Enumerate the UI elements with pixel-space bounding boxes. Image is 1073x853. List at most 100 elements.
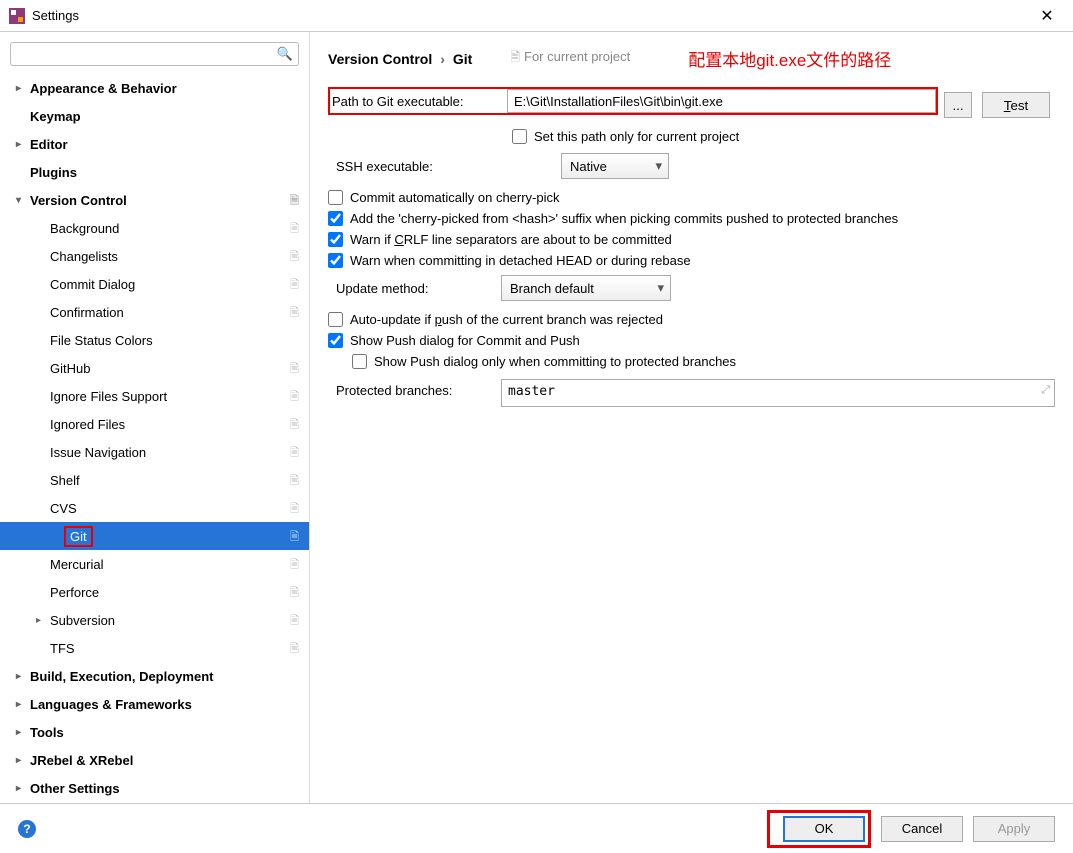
showpush-protected-checkbox[interactable] [352, 354, 367, 369]
copy-icon: 🗎 [290, 416, 299, 435]
sidebar-item-label: JRebel & XRebel [30, 753, 133, 768]
detached-checkbox[interactable] [328, 253, 343, 268]
cherry-pick-label: Commit automatically on cherry-pick [350, 190, 560, 205]
window-title: Settings [32, 8, 1029, 23]
sidebar-item-file-status-colors[interactable]: File Status Colors [0, 326, 309, 354]
sidebar-item-label: Background [50, 221, 119, 236]
chevron-right-icon[interactable]: ▸ [16, 783, 30, 794]
chevron-right-icon[interactable]: ▸ [36, 615, 50, 626]
cherry-pick-checkbox[interactable] [328, 190, 343, 205]
sidebar-item-github[interactable]: GitHub🗎 [0, 354, 309, 382]
copy-icon: 🗎 [510, 50, 520, 64]
sidebar-item-label: Tools [30, 725, 64, 740]
sidebar-item-background[interactable]: Background 🗎 [0, 214, 309, 242]
sidebar-item-languages-frameworks[interactable]: ▸Languages & Frameworks [0, 690, 309, 718]
sidebar-item-appearance-behavior[interactable]: ▸Appearance & Behavior [0, 74, 309, 102]
search-input[interactable] [10, 42, 299, 66]
sidebar-item-label: Editor [30, 137, 68, 152]
protected-label: Protected branches: [328, 379, 483, 398]
copy-icon: 🗎 [290, 500, 299, 519]
git-path-input[interactable] [507, 89, 936, 113]
sidebar-item-label: Perforce [50, 585, 99, 600]
autoupdate-checkbox[interactable] [328, 312, 343, 327]
sidebar-item-label: GitHub [50, 361, 90, 376]
ssh-label: SSH executable: [328, 159, 561, 174]
sidebar-item-shelf[interactable]: Shelf🗎 [0, 466, 309, 494]
sidebar-item-label: Other Settings [30, 781, 120, 796]
chevron-right-icon[interactable]: ▸ [16, 699, 30, 710]
breadcrumb: Version Control › Git 🗎For current proje… [328, 46, 1055, 71]
sidebar-item-confirmation[interactable]: Confirmation🗎 [0, 298, 309, 326]
apply-button[interactable]: Apply [973, 816, 1055, 842]
sidebar-item-tools[interactable]: ▸Tools [0, 718, 309, 746]
ok-button[interactable]: OK [783, 816, 865, 842]
close-icon[interactable]: ✕ [1029, 6, 1065, 26]
help-icon[interactable]: ? [18, 820, 36, 838]
sidebar-item-tfs[interactable]: TFS🗎 [0, 634, 309, 662]
protected-branches-input[interactable]: master [501, 379, 1055, 407]
sidebar-item-jrebel-xrebel[interactable]: ▸JRebel & XRebel [0, 746, 309, 774]
cancel-button[interactable]: Cancel [881, 816, 963, 842]
chevron-right-icon[interactable]: ▸ [16, 671, 30, 682]
footer: ? OK Cancel Apply [0, 803, 1073, 853]
ok-highlight: OK [767, 810, 871, 848]
copy-icon: 🗎 [290, 612, 299, 631]
sidebar-item-cvs[interactable]: CVS 🗎 [0, 494, 309, 522]
main-panel: Version Control › Git 🗎For current proje… [310, 32, 1073, 803]
copy-icon: 🗎 [290, 220, 299, 239]
sidebar-item-label: Subversion [50, 613, 115, 628]
sidebar-item-other-settings[interactable]: ▸Other Settings [0, 774, 309, 802]
breadcrumb-current: Git [453, 51, 472, 67]
sidebar-item-label: Changelists [50, 249, 118, 264]
sidebar-item-label: TFS [50, 641, 75, 656]
copy-icon: 🗎 [290, 276, 299, 295]
showpush-protected-label: Show Push dialog only when committing to… [374, 354, 736, 369]
sidebar-item-git[interactable]: Git🗎 [0, 522, 309, 550]
search-icon: 🔍 [277, 46, 293, 62]
sidebar-item-issue-navigation[interactable]: Issue Navigation🗎 [0, 438, 309, 466]
sidebar-item-editor[interactable]: ▸Editor [0, 130, 309, 158]
sidebar-item-mercurial[interactable]: Mercurial🗎 [0, 550, 309, 578]
test-button[interactable]: Test [982, 92, 1050, 118]
sidebar-item-label: Issue Navigation [50, 445, 146, 460]
expand-icon[interactable]: ⤢ [1041, 384, 1050, 397]
sidebar-item-ignore-files-support[interactable]: Ignore Files Support🗎 [0, 382, 309, 410]
chevron-down-icon[interactable]: ▾ [16, 195, 30, 206]
set-path-project-checkbox[interactable] [512, 129, 527, 144]
chevron-right-icon[interactable]: ▸ [16, 727, 30, 738]
autoupdate-label: Auto-update if push of the current branc… [350, 312, 663, 327]
sidebar-item-label: Ignored Files [50, 417, 125, 432]
sidebar-item-subversion[interactable]: ▸Subversion 🗎 [0, 606, 309, 634]
crlf-checkbox[interactable] [328, 232, 343, 247]
sidebar-item-label: Ignore Files Support [50, 389, 167, 404]
sidebar-item-perforce[interactable]: Perforce🗎 [0, 578, 309, 606]
sidebar-item-build-execution-deployment[interactable]: ▸Build, Execution, Deployment [0, 662, 309, 690]
sidebar-item-changelists[interactable]: Changelists🗎 [0, 242, 309, 270]
copy-icon: 🗎 [290, 192, 299, 211]
ssh-select[interactable]: Native [561, 153, 669, 179]
update-method-select[interactable]: Branch default [501, 275, 671, 301]
sidebar-item-label: Shelf [50, 473, 80, 488]
sidebar-item-commit-dialog[interactable]: Commit Dialog🗎 [0, 270, 309, 298]
browse-button[interactable]: ... [944, 92, 972, 118]
sidebar-item-ignored-files[interactable]: Ignored Files 🗎 [0, 410, 309, 438]
sidebar-item-label: Build, Execution, Deployment [30, 669, 213, 684]
crlf-label: Warn if CRLF line separators are about t… [350, 232, 672, 247]
update-method-label: Update method: [328, 281, 483, 296]
sidebar-item-label: Keymap [30, 109, 81, 124]
suffix-checkbox[interactable] [328, 211, 343, 226]
copy-icon: 🗎 [290, 528, 299, 547]
sidebar-item-keymap[interactable]: Keymap [0, 102, 309, 130]
sidebar-item-version-control[interactable]: ▾Version Control🗎 [0, 186, 309, 214]
sidebar-item-label: Plugins [30, 165, 77, 180]
breadcrumb-root[interactable]: Version Control [328, 51, 432, 67]
sidebar-item-label: CVS [50, 501, 77, 516]
chevron-right-icon[interactable]: ▸ [16, 83, 30, 94]
showpush-checkbox[interactable] [328, 333, 343, 348]
sidebar-item-plugins[interactable]: Plugins [0, 158, 309, 186]
chevron-right-icon[interactable]: ▸ [16, 755, 30, 766]
chevron-right-icon[interactable]: ▸ [16, 139, 30, 150]
copy-icon: 🗎 [290, 304, 299, 323]
set-path-project-label: Set this path only for current project [534, 129, 739, 144]
sidebar-item-label: Languages & Frameworks [30, 697, 192, 712]
